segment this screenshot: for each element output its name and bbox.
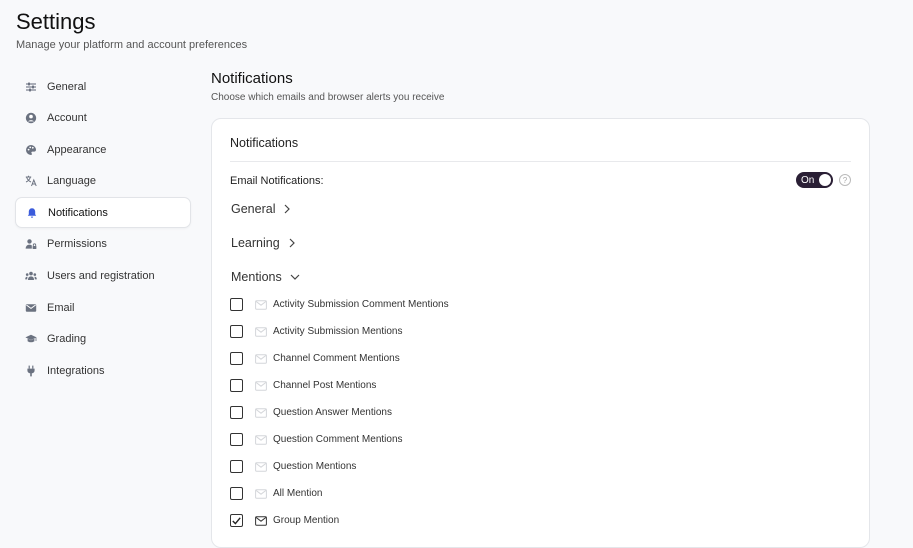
page-subtitle: Manage your platform and account prefere… (16, 39, 248, 51)
sidebar-item-label: Users and registration (47, 270, 155, 283)
sidebar-item-label: Permissions (47, 238, 107, 251)
mail-icon (255, 515, 267, 526)
list-item: Question Answer Mentions (230, 399, 449, 426)
sidebar-item-label: Email (47, 301, 75, 314)
sidebar-item-label: Integrations (47, 364, 105, 377)
mention-checkbox[interactable] (230, 298, 243, 311)
user-lock-icon (25, 238, 37, 250)
sidebar-item-account[interactable]: Account (15, 103, 191, 134)
sliders-icon (25, 81, 37, 93)
mail-icon (255, 407, 267, 418)
group-label: Mentions (231, 270, 282, 284)
sidebar-item-users-and-registration[interactable]: Users and registration (15, 261, 191, 292)
bell-icon (26, 207, 38, 219)
mention-label: Question Comment Mentions (273, 434, 403, 445)
divider (230, 161, 851, 162)
group-mentions[interactable]: Mentions (231, 270, 300, 284)
group-label: Learning (231, 236, 280, 250)
sidebar-item-language[interactable]: Language (15, 166, 191, 197)
sidebar-item-permissions[interactable]: Permissions (15, 229, 191, 260)
envelope-icon (25, 302, 37, 314)
email-toggle-group: On ? (795, 171, 851, 189)
list-item: Activity Submission Comment Mentions (230, 291, 449, 318)
mention-label: Question Answer Mentions (273, 407, 392, 418)
list-item: Question Comment Mentions (230, 426, 449, 453)
mail-icon (255, 299, 267, 310)
mention-checkbox-checked[interactable] (230, 514, 243, 527)
chevron-right-icon (283, 204, 291, 214)
sidebar-item-label: Grading (47, 333, 87, 346)
sidebar-item-label: Notifications (48, 206, 108, 219)
chevron-down-icon (290, 273, 300, 281)
mention-label: Activity Submission Mentions (273, 326, 403, 337)
help-icon[interactable]: ? (839, 174, 851, 186)
list-item: Group Mention (230, 507, 449, 534)
card-title: Notifications (230, 136, 299, 150)
list-item: All Mention (230, 480, 449, 507)
notifications-card: Notifications Email Notifications: On ? … (211, 118, 870, 548)
mail-icon (255, 353, 267, 364)
section-title: Notifications (211, 70, 293, 87)
list-item: Activity Submission Mentions (230, 318, 449, 345)
mention-label: All Mention (273, 488, 323, 499)
users-icon (25, 270, 37, 282)
mention-label: Channel Post Mentions (273, 380, 377, 391)
mention-label: Question Mentions (273, 461, 357, 472)
sidebar-item-integrations[interactable]: Integrations (15, 355, 191, 386)
mention-checkbox[interactable] (230, 433, 243, 446)
user-circle-icon (25, 112, 37, 124)
translate-icon (25, 175, 37, 187)
group-learning[interactable]: Learning (231, 236, 296, 250)
mention-label: Channel Comment Mentions (273, 353, 400, 364)
email-notifications-row: Email Notifications: On ? (230, 171, 851, 191)
mention-checkbox[interactable] (230, 325, 243, 338)
list-item: Channel Comment Mentions (230, 345, 449, 372)
palette-icon (25, 144, 37, 156)
sidebar: General Account Appearance Language Noti… (15, 71, 191, 387)
group-label: General (231, 202, 276, 216)
mentions-list: Activity Submission Comment Mentions Act… (230, 291, 449, 534)
mention-checkbox[interactable] (230, 460, 243, 473)
mail-icon (255, 488, 267, 499)
section-subtitle: Choose which emails and browser alerts y… (211, 92, 445, 103)
checkmark-icon (232, 516, 241, 525)
mention-checkbox[interactable] (230, 379, 243, 392)
sidebar-item-label: Appearance (47, 143, 107, 156)
group-general[interactable]: General (231, 202, 291, 216)
list-item: Question Mentions (230, 453, 449, 480)
mention-checkbox[interactable] (230, 352, 243, 365)
mail-icon (255, 461, 267, 472)
toggle-knob (819, 174, 831, 186)
mention-label: Activity Submission Comment Mentions (273, 299, 449, 310)
sidebar-item-grading[interactable]: Grading (15, 324, 191, 355)
sidebar-item-general[interactable]: General (15, 71, 191, 102)
mail-icon (255, 380, 267, 391)
sidebar-item-email[interactable]: Email (15, 292, 191, 323)
graduation-cap-icon (25, 333, 37, 345)
mention-checkbox[interactable] (230, 487, 243, 500)
sidebar-item-appearance[interactable]: Appearance (15, 134, 191, 165)
mention-checkbox[interactable] (230, 406, 243, 419)
sidebar-item-label: Language (47, 175, 96, 188)
list-item: Channel Post Mentions (230, 372, 449, 399)
plug-icon (25, 365, 37, 377)
email-notifications-toggle[interactable]: On (796, 172, 833, 188)
page-title: Settings (16, 9, 96, 34)
sidebar-item-notifications[interactable]: Notifications (15, 197, 191, 229)
sidebar-item-label: General (47, 80, 87, 93)
mail-icon (255, 326, 267, 337)
mention-label: Group Mention (273, 515, 340, 526)
chevron-right-icon (288, 238, 296, 248)
toggle-state-text: On (801, 174, 815, 186)
mail-icon (255, 434, 267, 445)
email-notifications-label: Email Notifications: (230, 175, 324, 187)
sidebar-item-label: Account (47, 112, 87, 125)
